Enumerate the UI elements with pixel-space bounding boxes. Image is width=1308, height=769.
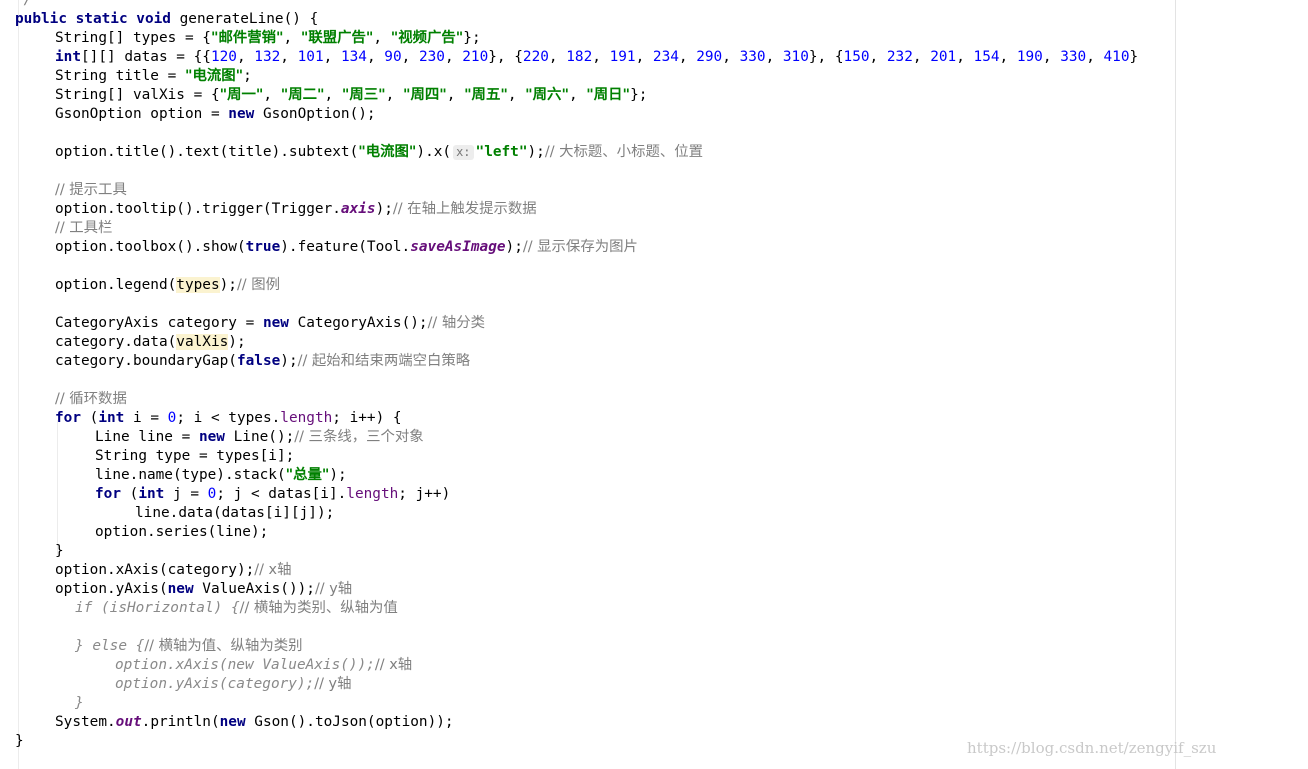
- code-line: line.data(datas[i][j]);: [135, 505, 335, 521]
- code-line: for (int i = 0; i < types.length; i++) {: [55, 410, 402, 426]
- parameter-hint: x:: [453, 145, 474, 160]
- number-literal: 210: [462, 49, 489, 65]
- number-literal: 154: [973, 49, 1000, 65]
- code-line: option.toolbox().show(true).feature(Tool…: [55, 239, 638, 255]
- number-literal: 290: [696, 49, 723, 65]
- code-line: option.legend(types);// 图例: [55, 277, 281, 293]
- code-line: }: [15, 733, 24, 749]
- number-literal: 150: [843, 49, 870, 65]
- code-line: option.xAxis(category);// x轴: [55, 562, 292, 578]
- code-line: option.title().text(title).subtext("电流图"…: [55, 144, 704, 160]
- code-line: category.data(valXis);: [55, 334, 246, 350]
- number-literal: 232: [886, 49, 913, 65]
- code-line: }: [75, 695, 84, 711]
- number-literal: 134: [340, 49, 367, 65]
- string-literal: "周四": [402, 87, 447, 103]
- indent-guide: [57, 420, 58, 555]
- code-line: option.xAxis(new ValueAxis());// x轴: [115, 657, 413, 673]
- code-line: option.series(line);: [95, 524, 269, 540]
- indent-guide: [18, 0, 19, 769]
- string-literal: "周一": [219, 87, 264, 103]
- code-line: public static void generateLine() {: [15, 11, 319, 27]
- number-literal: 234: [652, 49, 679, 65]
- code-line: option.tooltip().trigger(Trigger.axis);/…: [55, 201, 537, 217]
- usage-highlight: valXis: [176, 334, 229, 350]
- string-literal: "周五": [464, 87, 508, 103]
- number-literal: 201: [930, 49, 957, 65]
- number-literal: 120: [210, 49, 237, 65]
- code-line: // 提示工具: [55, 182, 127, 198]
- code-line: */: [15, 0, 33, 8]
- code-line: for (int j = 0; j < datas[i].length; j++…: [95, 486, 451, 502]
- code-line: }: [55, 543, 64, 559]
- number-literal: 410: [1103, 49, 1130, 65]
- code-line: String type = types[i];: [95, 448, 295, 464]
- number-literal: 190: [1016, 49, 1043, 65]
- code-line: GsonOption option = new GsonOption();: [55, 106, 376, 122]
- number-literal: 90: [384, 49, 402, 65]
- number-literal: 230: [418, 49, 445, 65]
- string-literal: "周日": [586, 87, 631, 103]
- code-line: Line line = new Line();// 三条线，三个对象: [95, 429, 424, 445]
- code-line: // 工具栏: [55, 220, 113, 236]
- string-literal: "周三": [341, 87, 386, 103]
- code-line: if (isHorizontal) {// 横轴为类别、纵轴为值: [75, 600, 398, 616]
- code-line: int[][] datas = {{120, 132, 101, 134, 90…: [55, 49, 1139, 65]
- number-literal: 330: [739, 49, 766, 65]
- code-line: CategoryAxis category = new CategoryAxis…: [55, 315, 486, 331]
- number-literal: 191: [609, 49, 636, 65]
- string-literal: "周二": [280, 87, 325, 103]
- code-editor[interactable]: */ public static void generateLine() { S…: [0, 0, 1308, 769]
- watermark: https://blog.csdn.net/zengyif_szu: [967, 739, 1217, 757]
- code-line: System.out.println(new Gson().toJson(opt…: [55, 714, 454, 730]
- code-line: } else {// 横轴为值、纵轴为类别: [75, 638, 303, 654]
- code-line: String title = "电流图";: [55, 68, 252, 84]
- number-literal: 330: [1060, 49, 1087, 65]
- code-line: String[] valXis = {"周一", "周二", "周三", "周四…: [55, 87, 648, 103]
- number-literal: 101: [297, 49, 324, 65]
- code-line: option.yAxis(category);// y轴: [115, 676, 352, 692]
- number-literal: 132: [254, 49, 281, 65]
- number-literal: 182: [566, 49, 593, 65]
- number-literal: 310: [782, 49, 809, 65]
- right-margin-guide: [1175, 0, 1176, 769]
- number-literal: 220: [522, 49, 549, 65]
- code-line: line.name(type).stack("总量");: [95, 467, 347, 483]
- string-literal: "周六": [525, 87, 569, 103]
- code-line: String[] types = {"邮件营销", "联盟广告", "视频广告"…: [55, 30, 481, 46]
- usage-highlight: types: [176, 277, 220, 293]
- code-line: // 循环数据: [55, 391, 127, 407]
- code-line: category.boundaryGap(false);// 起始和结束两端空白…: [55, 353, 471, 369]
- code-line: option.yAxis(new ValueAxis());// y轴: [55, 581, 353, 597]
